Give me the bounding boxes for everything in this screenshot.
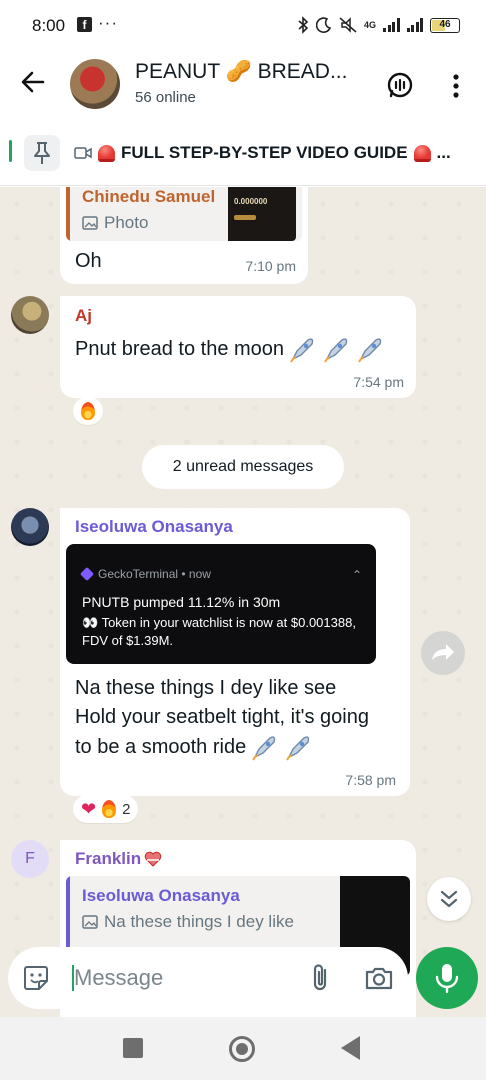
nav-back-icon[interactable] [341,1036,360,1060]
quoted-type: Photo [82,213,148,233]
sender-name[interactable]: Franklin [75,849,162,869]
gecko-icon [79,566,95,582]
message-body: Pnut bread to the moon [75,337,285,360]
recents-icon[interactable] [123,1038,143,1058]
facebook-icon: f [77,17,92,32]
sender-name[interactable]: Iseoluwa Onasanya [75,517,233,537]
thumb-label: 0.000000 [234,197,268,206]
quoted-message[interactable]: Chinedu Samuel Photo 0.000000 [66,187,302,241]
pinned-ellipsis: ... [436,143,451,162]
battery-icon: 46 [430,17,460,33]
message-line: Na these things I dey like see [75,677,337,699]
mute-icon [339,17,357,33]
sticker-icon[interactable] [22,964,50,992]
rocket-icon [358,338,382,363]
battery-level: 46 [439,18,451,30]
fire-icon [81,402,95,420]
heart-ribbon-icon [144,851,162,867]
group-name[interactable]: PEANUT 🥜 BREAD... [135,60,360,84]
message-composer[interactable] [8,947,408,1009]
rocket-icon [286,736,310,761]
image-attachment[interactable]: GeckoTerminal • now ⌃ PNUTB pumped 11.12… [66,544,376,664]
rocket-icon [324,338,348,363]
avatar-initial: F [25,850,35,867]
quoted-sender: Chinedu Samuel [82,187,216,206]
forward-icon[interactable] [421,631,465,675]
siren-icon [413,144,431,162]
status-icons: 4G 46 [297,15,460,35]
rocket-icon [290,338,314,363]
group-call-icon[interactable] [385,71,415,101]
siren-icon [98,144,115,162]
notif-title: PNUTB pumped 11.12% in 30m [82,594,281,610]
chevron-up-icon: ⌃ [351,568,362,582]
pinned-title: FULL STEP-BY-STEP VIDEO GUIDE [121,143,408,162]
scroll-down-icon[interactable] [427,877,471,921]
mic-icon[interactable] [416,947,478,1009]
quoted-sender: Iseoluwa Onasanya [82,886,240,905]
quoted-text: Na these things I dey like [104,912,294,931]
photo-icon [82,915,98,929]
system-nav-bar [0,1017,486,1080]
more-vert-icon[interactable] [444,72,468,100]
sender-name-text: Franklin [75,849,142,868]
message-input[interactable] [74,961,294,995]
message-line: to be a smooth ride [75,735,247,758]
reaction-pill[interactable]: ❤ 2 [73,795,139,823]
message-bubble[interactable]: Aj Pnut bread to the moon 7:54 pm [60,296,416,398]
quoted-thumbnail[interactable]: 0.000000 [228,187,296,241]
video-icon [74,147,92,159]
sender-name[interactable]: Aj [75,306,92,326]
back-arrow-icon[interactable] [17,66,49,98]
status-bar: 8:00 f ··· 4G 46 [0,0,486,52]
message-text: Pnut bread to the moon [75,334,386,364]
unread-separator: 2 unread messages [142,445,344,489]
message-bubble[interactable]: Iseoluwa Onasanya GeckoTerminal • now ⌃ … [60,508,410,796]
notif-body: 👀 Token in your watchlist is now at $0.0… [82,615,356,648]
notif-app-label: GeckoTerminal • now [98,567,211,581]
avatar[interactable] [11,296,49,334]
message-time: 7:54 pm [353,374,404,390]
fire-icon [102,800,117,818]
signal-icon [383,18,400,32]
home-icon[interactable] [229,1036,255,1062]
notif-app: GeckoTerminal • now [79,566,211,582]
chat-area[interactable]: Chinedu Samuel Photo 0.000000 Oh 7:10 pm… [0,187,486,1017]
message-line: Hold your seatbelt tight, it's going [75,706,369,728]
message-line-3: to be a smooth ride [75,732,405,762]
photo-icon [82,216,98,230]
thumb-bar [234,215,256,220]
camera-icon[interactable] [364,964,394,992]
pin-accent [9,140,12,162]
rocket-icon [252,736,276,761]
pin-icon[interactable] [24,135,60,171]
message-text: Oh [75,250,102,272]
bluetooth-icon [298,16,309,34]
reaction-count: 2 [122,800,131,818]
online-count: 56 online [135,89,196,106]
quoted-type: Na these things I dey like [82,912,294,932]
pinned-text[interactable]: FULL STEP-BY-STEP VIDEO GUIDE ... [74,143,451,163]
status-time: 8:00 [32,16,66,35]
message-text: Na these things I dey like see Hold your… [75,674,405,762]
more-notifications-icon: ··· [98,13,118,32]
message-time: 7:58 pm [345,772,396,788]
chat-header: PEANUT 🥜 BREAD... 56 online [0,52,486,118]
avatar[interactable] [11,508,49,546]
heart-icon: ❤ [81,799,97,819]
avatar[interactable]: F [11,840,49,878]
attach-icon[interactable] [308,962,334,994]
signal-icon-2 [406,18,423,32]
group-avatar[interactable] [70,59,120,109]
message-time: 7:10 pm [245,258,296,274]
quoted-type-label: Photo [104,213,149,232]
reaction-pill[interactable] [73,397,103,425]
network-type: 4G [363,20,376,30]
dnd-moon-icon [315,17,332,33]
pinned-message-bar[interactable]: FULL STEP-BY-STEP VIDEO GUIDE ... [0,118,486,186]
quote-bar [66,187,70,241]
message-bubble[interactable]: Chinedu Samuel Photo 0.000000 Oh 7:10 pm [60,187,308,284]
